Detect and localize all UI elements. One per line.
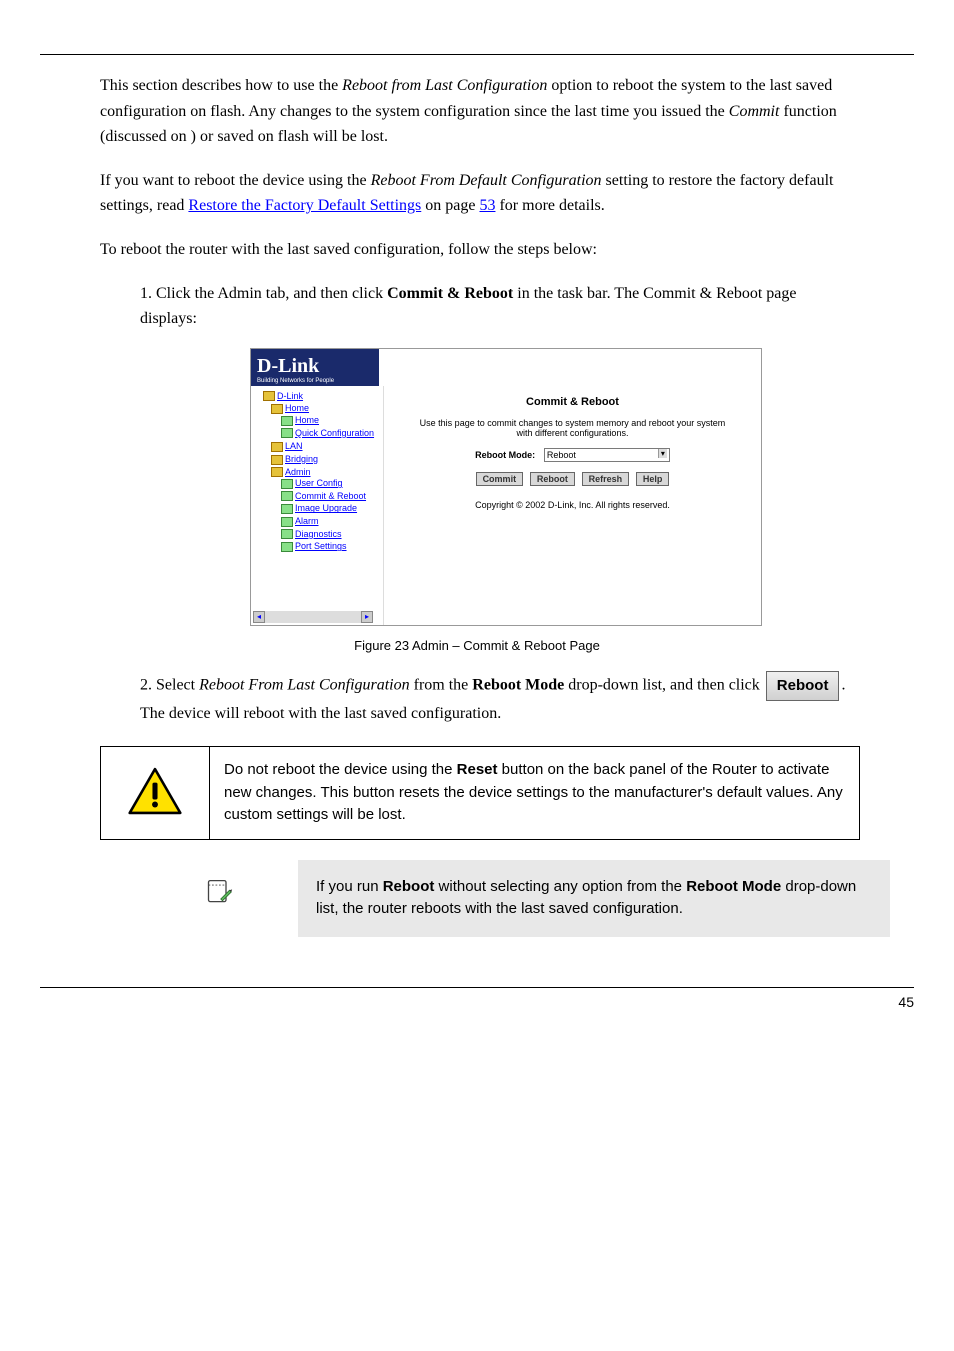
page-icon [281,416,293,426]
figure-commit-reboot: D-Link Building Networks for People D-Li… [250,348,760,626]
tree-home-folder[interactable]: Home [285,403,309,413]
page-icon [281,517,293,527]
tree-alarm[interactable]: Alarm [295,516,319,526]
page-title: Commit & Reboot [384,396,761,408]
page-ref-link[interactable]: 53 [479,197,495,214]
step-lead: To reboot the router with the last saved… [100,237,854,263]
reboot-mode-label: Reboot Mode: [475,450,535,460]
tree-port-settings[interactable]: Port Settings [295,541,347,551]
tree-image-upgrade[interactable]: Image Upgrade [295,503,357,513]
tree-commit-reboot[interactable]: Commit & Reboot [295,491,366,501]
page-number: 45 [898,994,914,1010]
reboot-button-inline: Reboot [766,671,840,701]
tree-root[interactable]: D-Link [277,391,303,401]
page-icon [281,479,293,489]
header-rule [40,54,914,55]
tree-bridging[interactable]: Bridging [285,454,318,464]
tree-admin[interactable]: Admin [285,467,311,477]
page-icon [281,428,293,438]
restore-link[interactable]: Restore the Factory Default Settings [188,197,421,214]
copyright: Copyright © 2002 D-Link, Inc. All rights… [384,500,761,510]
folder-icon [271,404,283,414]
intro-para-2: If you want to reboot the device using t… [100,168,854,219]
tree-home[interactable]: Home [295,415,319,425]
folder-icon [271,467,283,477]
page-icon [281,504,293,514]
note-icon [205,878,233,906]
folder-icon [271,442,283,452]
tree-diagnostics[interactable]: Diagnostics [295,529,342,539]
warning-callout: Do not reboot the device using the Reset… [100,746,860,840]
tree-scrollbar[interactable]: ◂ ▸ [253,611,373,623]
help-button[interactable]: Help [636,472,670,486]
folder-icon [263,391,275,401]
reboot-button[interactable]: Reboot [530,472,575,486]
nav-tree: D-Link Home Home Quick Configuration LAN… [251,386,384,625]
step-2: 2. Select Reboot From Last Configuration… [140,671,854,727]
refresh-button[interactable]: Refresh [582,472,630,486]
page-icon [281,542,293,552]
folder-icon [271,455,283,465]
tree-user-config[interactable]: User Config [295,478,343,488]
brand-logo: D-Link Building Networks for People [251,349,379,386]
warning-icon [128,767,182,815]
page-icon [281,529,293,539]
commit-button[interactable]: Commit [476,472,524,486]
scroll-left-icon[interactable]: ◂ [253,611,265,623]
step-1: 1. Click the Admin tab, and then click C… [140,281,854,332]
page-icon [281,491,293,501]
footer-rule [40,987,914,988]
scroll-right-icon[interactable]: ▸ [361,611,373,623]
figure-caption: Figure 23 Admin – Commit & Reboot Page [40,638,914,653]
tree-quick-config[interactable]: Quick Configuration [295,428,374,438]
page-description: Use this page to commit changes to syste… [414,418,731,438]
reboot-mode-select[interactable]: Reboot [544,448,670,462]
note-callout: If you run Reboot without selecting any … [140,860,890,937]
intro-para-1: This section describes how to use the Re… [100,73,854,150]
tree-lan[interactable]: LAN [285,441,303,451]
